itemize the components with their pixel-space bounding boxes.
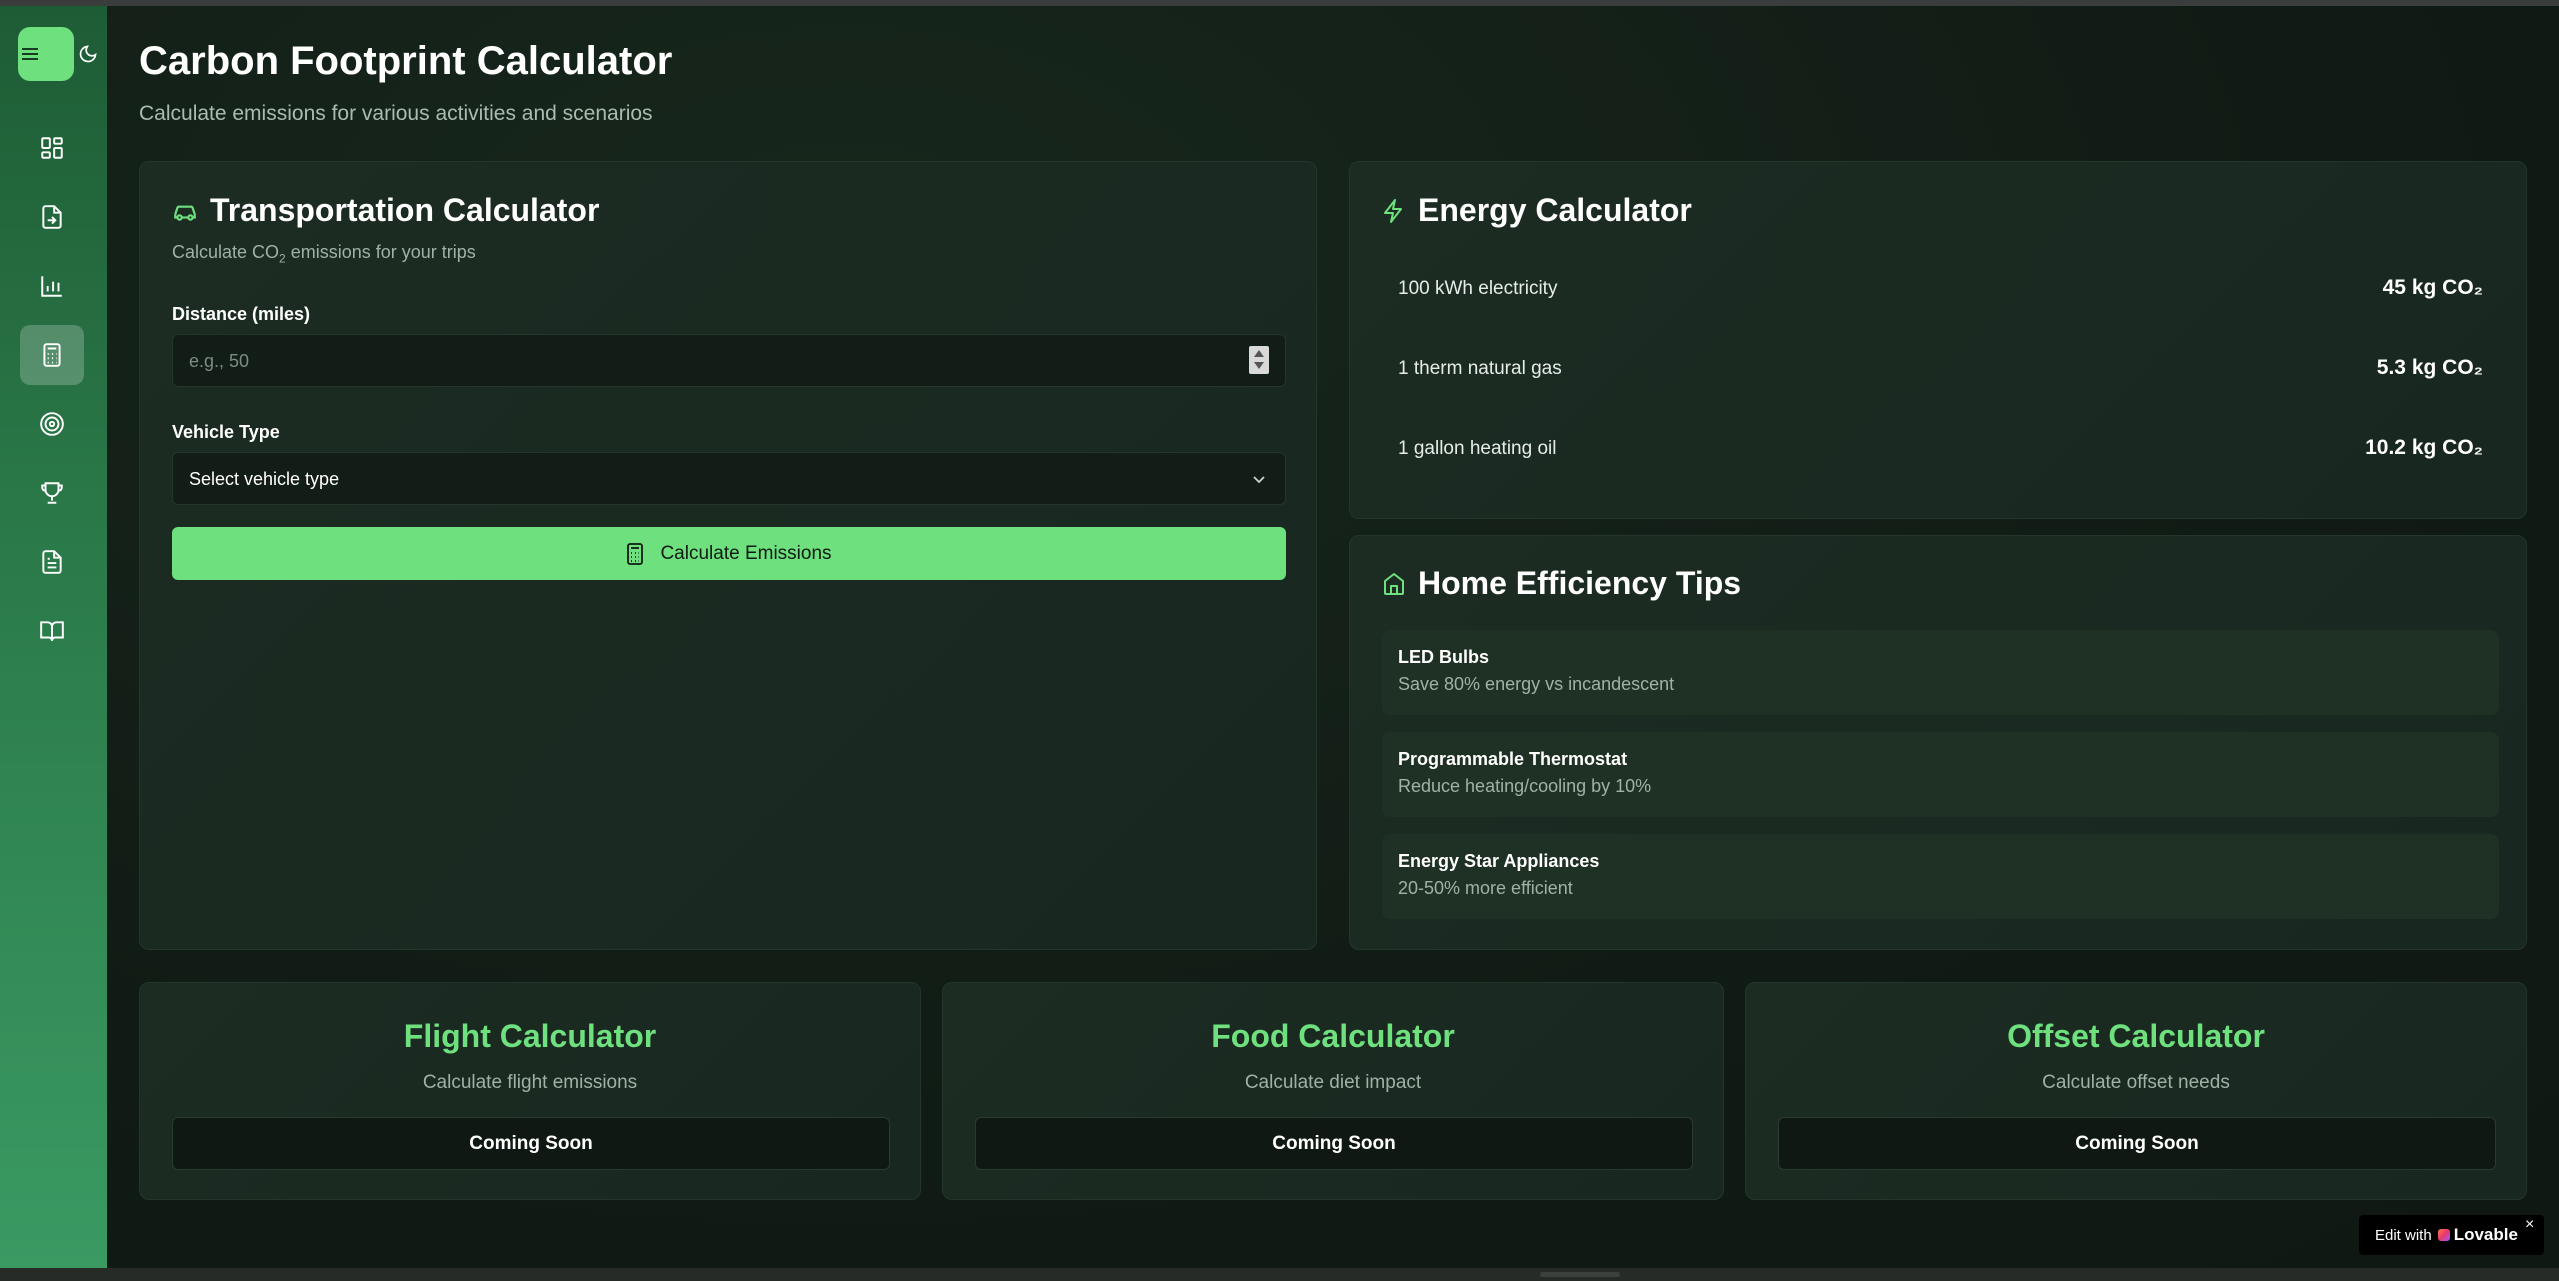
tip-title: Energy Star Appliances — [1398, 851, 1600, 871]
tip-description: 20-50% more efficient — [1398, 878, 1573, 898]
food-calculator-card: Food Calculator Calculate diet impact Co… — [942, 982, 1724, 1200]
lightning-icon — [1384, 199, 1402, 223]
tip-title: LED Bulbs — [1398, 647, 1490, 667]
energy-row: 100 kWh electricity 45 kg CO₂ — [1398, 270, 2483, 310]
sidebar-item-dashboard[interactable] — [20, 118, 84, 178]
home-icon — [1384, 573, 1404, 595]
tips-title: Home Efficiency Tips — [1418, 565, 1742, 601]
transportation-calculator-card: Transportation Calculator Calculate CO2 … — [139, 161, 1317, 950]
moon-icon[interactable] — [78, 44, 98, 64]
energy-row-label: 1 therm natural gas — [1398, 358, 1562, 379]
energy-calculator-card: Energy Calculator 100 kWh electricity 45… — [1349, 161, 2527, 519]
transportation-description: Calculate CO2 emissions for your trips — [172, 242, 476, 266]
page-title: Carbon Footprint Calculator — [139, 39, 673, 83]
tip-title: Programmable Thermostat — [1398, 749, 1628, 769]
dashboard-grid-icon — [41, 137, 63, 159]
offset-calculator-description: Calculate offset needs — [2042, 1072, 2230, 1093]
distance-input[interactable]: e.g., 50 — [172, 334, 1286, 387]
document-icon — [42, 550, 62, 574]
distance-placeholder: e.g., 50 — [189, 351, 250, 371]
vehicle-type-label: Vehicle Type — [172, 422, 280, 442]
energy-title: Energy Calculator — [1418, 192, 1692, 228]
badge-brand: Lovable — [2453, 1225, 2518, 1244]
food-calculator-description: Calculate diet impact — [1244, 1072, 1422, 1093]
sidebar-item-data-entry[interactable] — [20, 187, 84, 247]
badge-prefix: Edit with — [2375, 1226, 2432, 1244]
hamburger-icon — [22, 48, 38, 60]
distance-label: Distance (miles) — [172, 304, 311, 324]
tip-item: LED Bulbs Save 80% energy vs incandescen… — [1382, 630, 2499, 715]
calculate-emissions-label: Calculate Emissions — [660, 542, 832, 564]
flight-coming-soon-button[interactable]: Coming Soon — [172, 1117, 890, 1170]
tip-description: Save 80% energy vs incandescent — [1398, 674, 1675, 694]
lovable-heart-icon — [2437, 1229, 2450, 1241]
tip-item: Programmable Thermostat Reduce heating/c… — [1382, 732, 2499, 817]
tip-description: Reduce heating/cooling by 10% — [1398, 776, 1652, 796]
menu-toggle-button[interactable] — [18, 27, 74, 81]
number-spinner[interactable] — [1249, 346, 1269, 374]
transportation-title: Transportation Calculator — [210, 192, 600, 228]
vehicle-type-value: Select vehicle type — [189, 469, 340, 489]
sidebar-item-achievements[interactable] — [20, 463, 84, 523]
food-calculator-title: Food Calculator — [1211, 1018, 1455, 1054]
offset-coming-soon-button[interactable]: Coming Soon — [1778, 1117, 2496, 1170]
calculator-icon — [627, 542, 644, 565]
tip-item: Energy Star Appliances 20-50% more effic… — [1382, 834, 2499, 919]
energy-row: 1 therm natural gas 5.3 kg CO₂ — [1398, 350, 2483, 390]
vehicle-type-select[interactable]: Select vehicle type — [172, 452, 1286, 505]
sidebar-item-analytics[interactable] — [20, 256, 84, 316]
file-input-icon — [42, 205, 62, 229]
calculator-icon — [43, 343, 61, 367]
edit-with-lovable-badge[interactable]: Edit with Lovable — [2359, 1215, 2544, 1255]
scroll-handle[interactable] — [1540, 1272, 1620, 1277]
energy-row-amount: 10.2 kg CO₂ — [2365, 436, 2483, 459]
flight-calculator-description: Calculate flight emissions — [422, 1072, 638, 1093]
offset-calculator-title: Offset Calculator — [2007, 1018, 2265, 1054]
flight-calculator-title: Flight Calculator — [403, 1018, 657, 1054]
food-coming-soon-button[interactable]: Coming Soon — [975, 1117, 1693, 1170]
main-content: Carbon Footprint Calculator Calculate em… — [107, 6, 2559, 1268]
calculate-emissions-button[interactable]: Calculate Emissions — [172, 527, 1286, 580]
flight-calculator-card: Flight Calculator Calculate flight emiss… — [139, 982, 921, 1200]
book-open-icon — [40, 621, 64, 641]
energy-row: 1 gallon heating oil 10.2 kg CO₂ — [1398, 430, 2483, 470]
car-icon — [174, 205, 196, 221]
badge-close-button[interactable]: × — [2525, 1216, 2534, 1234]
page-subtitle: Calculate emissions for various activiti… — [139, 102, 653, 125]
sidebar — [0, 6, 107, 1268]
sidebar-item-reports[interactable] — [20, 532, 84, 592]
target-icon — [40, 412, 64, 436]
chevron-down-icon — [1253, 476, 1265, 484]
sidebar-item-goals[interactable] — [20, 394, 84, 454]
offset-calculator-card: Offset Calculator Calculate offset needs… — [1745, 982, 2527, 1200]
trophy-icon — [41, 482, 63, 504]
bar-chart-icon — [41, 276, 62, 297]
energy-row-label: 100 kWh electricity — [1398, 278, 1558, 299]
window-bottom-bar — [0, 1268, 2559, 1281]
sidebar-item-calculator[interactable] — [20, 325, 84, 385]
energy-row-amount: 45 kg CO₂ — [2382, 276, 2483, 299]
sidebar-item-learn[interactable] — [20, 601, 84, 661]
home-efficiency-tips-card: Home Efficiency Tips LED Bulbs Save 80% … — [1349, 535, 2527, 950]
energy-row-amount: 5.3 kg CO₂ — [2376, 356, 2483, 379]
energy-row-label: 1 gallon heating oil — [1398, 438, 1557, 459]
